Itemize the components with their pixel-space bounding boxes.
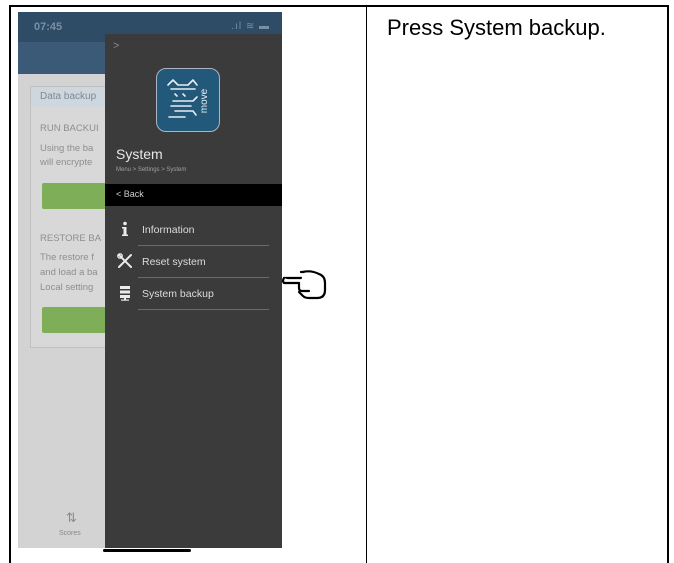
menu-item-information[interactable]: Information <box>105 214 282 246</box>
menu-label-reset-system: Reset system <box>142 256 206 268</box>
menu-item-system-backup[interactable]: System backup <box>105 278 282 310</box>
divider <box>138 309 269 310</box>
chevron-right-icon[interactable]: > <box>113 40 119 52</box>
pointing-hand-icon <box>281 270 327 300</box>
phone-screenshot: 07:45 .ıl ≋ ▬ Data backup RUN BACKUI Usi… <box>18 12 282 548</box>
logo-text: move <box>199 88 210 113</box>
move-logo: move <box>156 68 220 132</box>
scores-tab-label[interactable]: Scores <box>59 530 81 537</box>
home-indicator <box>103 549 191 552</box>
status-icons: .ıl ≋ ▬ <box>231 21 270 32</box>
menu-label-information: Information <box>142 224 195 236</box>
restore-backup-heading: RESTORE BA <box>40 233 102 244</box>
back-button[interactable]: < Back <box>105 184 282 206</box>
tools-icon <box>117 253 133 269</box>
side-drawer: > move System Menu > Settings > System <… <box>105 34 282 548</box>
breadcrumb: Menu > Settings > System <box>116 167 187 173</box>
restore-text-3: Local setting <box>40 282 94 293</box>
scores-tab-icon[interactable]: ⇅ <box>66 510 77 526</box>
server-icon <box>117 285 133 301</box>
run-backup-text-2: will encrypte <box>40 157 93 168</box>
frame-border-right <box>667 5 669 563</box>
run-backup-text-1: Using the ba <box>40 143 94 154</box>
run-backup-heading: RUN BACKUI <box>40 123 99 134</box>
frame-border-left <box>9 5 11 563</box>
back-label-text: Back <box>123 189 144 199</box>
menu-label-system-backup: System backup <box>142 288 214 300</box>
status-time: 07:45 <box>34 21 63 33</box>
restore-text-1: The restore f <box>40 252 94 263</box>
frame-border-top <box>9 5 669 7</box>
cat-logo-icon: move <box>167 79 210 118</box>
frame-border-divider <box>366 5 367 563</box>
restore-text-2: and load a ba <box>40 267 98 278</box>
instruction-text: Press System backup. <box>387 15 606 40</box>
page-title: System <box>116 146 163 162</box>
menu-item-reset-system[interactable]: Reset system <box>105 246 282 278</box>
info-icon <box>117 221 133 237</box>
back-label: < Back <box>116 189 144 199</box>
